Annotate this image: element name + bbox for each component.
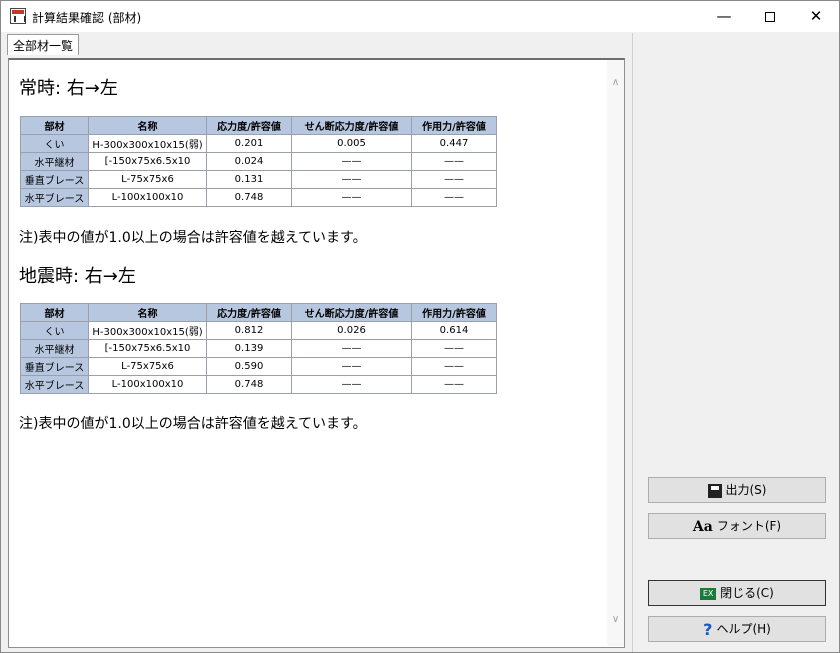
stress-ratio-cell: 0.139 xyxy=(206,339,292,358)
note-normal: 注)表中の値が1.0以上の場合は許容値を越えています。 xyxy=(19,230,367,246)
tab-strip: 全部材一覧 xyxy=(3,33,631,55)
table-row: 水平継材 [-150x75x6.5x10 0.139 —— —— xyxy=(20,339,497,358)
table-row: 垂直ブレース L-75x75x6 0.131 —— —— xyxy=(20,170,497,189)
member-cell: 垂直ブレース xyxy=(20,357,89,376)
force-ratio-cell: —— xyxy=(411,339,497,358)
name-cell: L-75x75x6 xyxy=(88,170,207,189)
member-cell: 水平継材 xyxy=(20,339,89,358)
name-cell: [-150x75x6.5x10 xyxy=(88,339,207,358)
help-button-label: ヘルプ(H) xyxy=(716,622,771,636)
table-row: 水平継材 [-150x75x6.5x10 0.024 —— —— xyxy=(20,152,497,171)
stress-ratio-cell: 0.024 xyxy=(206,152,292,171)
window-title: 計算結果確認 (部材) xyxy=(32,11,142,25)
shear-ratio-cell: 0.005 xyxy=(291,134,412,153)
output-button-label: 出力(S) xyxy=(725,483,767,497)
close-button[interactable]: EX 閉じる(C) xyxy=(648,580,826,606)
help-icon: ? xyxy=(703,619,713,639)
name-cell: [-150x75x6.5x10 xyxy=(88,152,207,171)
column-header: 名称 xyxy=(88,303,207,322)
force-ratio-cell: 0.447 xyxy=(411,134,497,153)
stress-ratio-cell: 0.812 xyxy=(206,321,292,340)
table-row: 垂直ブレース L-75x75x6 0.590 —— —— xyxy=(20,357,497,376)
column-header: 作用力/許容値 xyxy=(411,303,497,322)
member-cell: 水平ブレース xyxy=(20,188,89,207)
shear-ratio-cell: —— xyxy=(291,152,412,171)
section-title-seismic: 地震時: 右→左 xyxy=(19,266,136,287)
note-seismic: 注)表中の値が1.0以上の場合は許容値を越えています。 xyxy=(19,416,367,432)
force-ratio-cell: —— xyxy=(411,152,497,171)
scroll-up-icon[interactable]: ∧ xyxy=(607,74,624,91)
section-title-normal: 常時: 右→左 xyxy=(19,78,118,99)
column-header: せん断応力度/許容値 xyxy=(291,116,412,135)
name-cell: L-100x100x10 xyxy=(88,188,207,207)
side-button-pane: 出力(S) A​a フォント(F) EX 閉じる(C) ? ヘルプ(H) xyxy=(632,33,839,652)
force-ratio-cell: —— xyxy=(411,375,497,394)
font-icon: A​a xyxy=(692,518,713,535)
member-cell: 水平継材 xyxy=(20,152,89,171)
table-row: くい H-300x300x10x15(弱) 0.812 0.026 0.614 xyxy=(20,321,497,340)
column-header: せん断応力度/許容値 xyxy=(291,303,412,322)
help-button[interactable]: ? ヘルプ(H) xyxy=(648,616,826,642)
font-button-label: フォント(F) xyxy=(716,519,782,533)
column-header: 部材 xyxy=(20,303,89,322)
vertical-scrollbar[interactable]: ∧ ∨ xyxy=(607,60,624,646)
table-row: 水平ブレース L-100x100x10 0.748 —— —— xyxy=(20,188,497,207)
force-ratio-cell: —— xyxy=(411,357,497,376)
title-bar: 計算結果確認 (部材) — ✕ xyxy=(1,1,839,32)
font-button[interactable]: A​a フォント(F) xyxy=(648,513,826,539)
force-ratio-cell: 0.614 xyxy=(411,321,497,340)
stress-ratio-cell: 0.131 xyxy=(206,170,292,189)
stress-ratio-cell: 0.590 xyxy=(206,357,292,376)
name-cell: L-100x100x10 xyxy=(88,375,207,394)
stress-ratio-cell: 0.201 xyxy=(206,134,292,153)
results-panel: 常時: 右→左 部材 名称 応力度/許容値 せん断応力度/許容値 作用力/許容値… xyxy=(8,58,625,648)
close-window-button[interactable]: ✕ xyxy=(793,1,839,31)
shear-ratio-cell: 0.026 xyxy=(291,321,412,340)
app-window: 計算結果確認 (部材) — ✕ 全部材一覧 常時: 右→左 部材 名称 応力度/… xyxy=(0,0,840,653)
table-header-row: 部材 名称 応力度/許容値 せん断応力度/許容値 作用力/許容値 xyxy=(20,303,497,322)
minimize-button[interactable]: — xyxy=(701,1,747,31)
force-ratio-cell: —— xyxy=(411,170,497,189)
table-header-row: 部材 名称 応力度/許容値 せん断応力度/許容値 作用力/許容値 xyxy=(20,116,497,135)
member-cell: くい xyxy=(20,134,89,153)
tab-all-members[interactable]: 全部材一覧 xyxy=(7,34,80,55)
maximize-icon xyxy=(765,11,775,22)
table-row: 水平ブレース L-100x100x10 0.748 —— —— xyxy=(20,375,497,394)
results-table-seismic: 部材 名称 応力度/許容値 せん断応力度/許容値 作用力/許容値 くい H-30… xyxy=(20,303,497,394)
name-cell: H-300x300x10x15(弱) xyxy=(88,134,207,153)
column-header: 名称 xyxy=(88,116,207,135)
member-cell: 垂直ブレース xyxy=(20,170,89,189)
shear-ratio-cell: —— xyxy=(291,170,412,189)
member-cell: 水平ブレース xyxy=(20,375,89,394)
exit-icon: EX xyxy=(700,587,717,600)
name-cell: L-75x75x6 xyxy=(88,357,207,376)
app-icon xyxy=(10,8,26,24)
maximize-button[interactable] xyxy=(747,1,793,31)
stress-ratio-cell: 0.748 xyxy=(206,375,292,394)
member-cell: くい xyxy=(20,321,89,340)
column-header: 部材 xyxy=(20,116,89,135)
floppy-disk-icon xyxy=(707,483,722,498)
scroll-down-icon[interactable]: ∨ xyxy=(607,611,624,628)
shear-ratio-cell: —— xyxy=(291,357,412,376)
shear-ratio-cell: —— xyxy=(291,375,412,394)
stress-ratio-cell: 0.748 xyxy=(206,188,292,207)
results-table-normal: 部材 名称 応力度/許容値 せん断応力度/許容値 作用力/許容値 くい H-30… xyxy=(20,116,497,207)
shear-ratio-cell: —— xyxy=(291,188,412,207)
output-button[interactable]: 出力(S) xyxy=(648,477,826,503)
column-header: 作用力/許容値 xyxy=(411,116,497,135)
name-cell: H-300x300x10x15(弱) xyxy=(88,321,207,340)
table-row: くい H-300x300x10x15(弱) 0.201 0.005 0.447 xyxy=(20,134,497,153)
close-button-label: 閉じる(C) xyxy=(720,586,774,600)
results-content: 常時: 右→左 部材 名称 応力度/許容値 せん断応力度/許容値 作用力/許容値… xyxy=(9,60,607,646)
column-header: 応力度/許容値 xyxy=(206,303,292,322)
force-ratio-cell: —— xyxy=(411,188,497,207)
shear-ratio-cell: —— xyxy=(291,339,412,358)
column-header: 応力度/許容値 xyxy=(206,116,292,135)
